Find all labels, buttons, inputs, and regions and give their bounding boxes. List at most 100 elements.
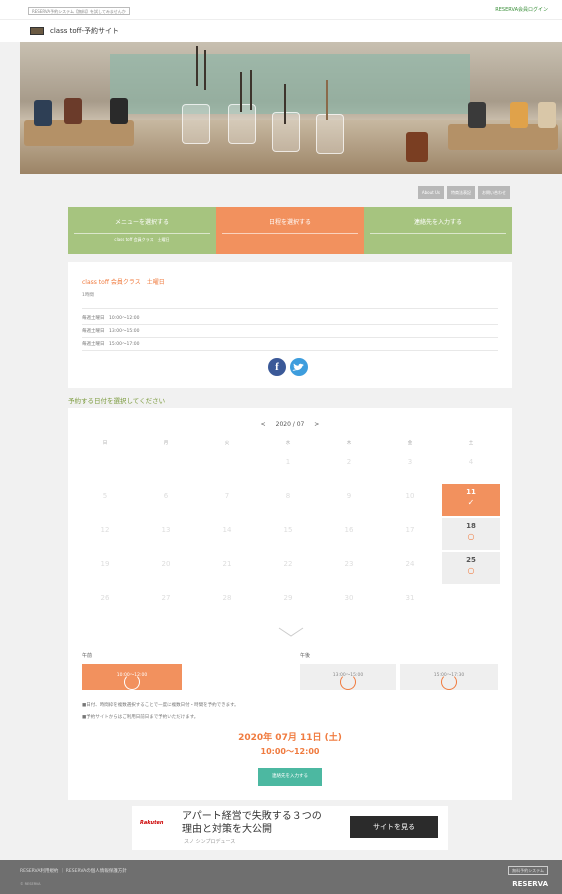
hero-tool [196,46,198,86]
chevron-down-icon[interactable] [278,626,304,638]
morning-label: 午前 [82,653,93,659]
hero-tool [240,72,242,112]
day-number: 22 [283,560,293,568]
available-circle-icon: ○ [467,532,475,541]
site-header: class toff-予約サイト [0,20,562,42]
available-circle-icon: ○ [467,566,475,575]
reserva-logo[interactable]: RESERVA [512,880,548,888]
current-month: 2020 / 07 [275,421,305,428]
day-number: 8 [285,492,291,500]
time-slot-10-12[interactable]: 10:00〜12:00 [82,664,182,690]
hero-tool [250,70,252,110]
calendar-day: 31 [381,586,439,618]
hero-spool [468,102,486,128]
hero-jar [182,104,210,144]
menu-duration: 1時間 [82,293,94,298]
calendar-day: 2 [320,450,378,482]
day-number: 5 [102,492,108,500]
footer-links[interactable]: RESERVA利用規約 ｜ RESERVAの個人情報保護方針 [20,868,127,874]
calendar-day: 22 [259,552,317,584]
calendar-day: 19 [76,552,134,584]
day-number: 27 [161,594,171,602]
time-slot-13-15[interactable]: 13:00〜15:00 [300,664,396,690]
day-number: 28 [222,594,232,602]
calendar-day: 17 [381,518,439,550]
legal-notice-link[interactable]: 特商法表記 [447,186,475,199]
free-trial-notice-link[interactable]: RESERVA予約システム【無料】を試してみませんか [28,7,130,15]
facebook-icon[interactable]: f [268,358,286,376]
booking-note: ■予約サイトからはご利用日前日まで予約いただけます。 [82,715,199,720]
hero-jar [228,104,256,144]
ad-sponsor: スノ シンプロデュース [184,839,236,845]
ad-visit-site-button[interactable]: サイトを見る [350,816,438,838]
free-booking-system-link[interactable]: 無料予約システム [508,866,548,875]
enter-contact-button[interactable]: 連絡先を入力する [258,768,322,786]
day-number: 21 [222,560,232,568]
hero-window [110,54,470,114]
site-logo[interactable] [30,27,44,35]
hero-spool [64,98,82,124]
day-number: 13 [161,526,171,534]
day-number: 12 [100,526,110,534]
available-circle-icon [340,674,356,690]
hero-jar [272,112,300,152]
step-selected-date [222,233,358,237]
calendar-day: 27 [137,586,195,618]
divider [82,350,498,351]
day-number: 26 [100,594,110,602]
calendar-day-available[interactable]: 11 ✓ [442,484,500,516]
day-number: 18 [466,522,476,530]
hero-spool [510,102,528,128]
divider [82,324,498,325]
calendar-day [137,450,195,482]
calendar-day: 26 [76,586,134,618]
ad-logo: Rakuten [140,820,164,826]
afternoon-label: 午後 [300,653,311,659]
calendar-day: 24 [381,552,439,584]
selected-time: 10:00〜12:00 [260,747,320,756]
schedule-item: 毎週土曜日 13:00〜15:00 [82,329,140,334]
step-select-date: 日程を選択する [216,207,364,254]
time-slot-15-17[interactable]: 15:00〜17:30 [400,664,498,690]
calendar-day: 15 [259,518,317,550]
advertisement-banner[interactable]: Rakuten アパート経営で失敗する３つの 理由と対策を大公開 スノ シンプロ… [132,806,448,850]
info-links: About Us 特商法表記 お問い合わせ [417,186,510,199]
calendar-day: 30 [320,586,378,618]
step-select-menu[interactable]: メニューを選択する class toff 会員クラス 土曜日 [68,207,216,254]
footer: RESERVA利用規約 ｜ RESERVAの個人情報保護方針 © RESERVA… [0,860,562,894]
member-login-link[interactable]: RESERVA会員ログイン [495,6,548,13]
calendar-card: < 2020 / 07 > 日月火水木金土 1 2 3 4 5 6 7 8 9 10 11 ✓ 12 13… [68,408,512,800]
step-title: メニューを選択する [114,219,169,226]
calendar-day: 5 [76,484,134,516]
day-number: 4 [468,458,474,466]
booking-note: ■日付、時間枠を複数選択することで一度に複数日付・時間を予約できます。 [82,703,239,708]
calendar-day: 3 [381,450,439,482]
calendar-day [76,450,134,482]
day-number: 25 [466,556,476,564]
prev-month-button[interactable]: < [261,421,266,428]
calendar-day: 9 [320,484,378,516]
month-navigation: < 2020 / 07 > [68,421,512,428]
schedule-item: 毎週土曜日 15:00〜17:00 [82,342,140,347]
about-us-link[interactable]: About Us [417,186,444,199]
step-title: 日程を選択する [268,219,311,226]
day-number: 9 [346,492,352,500]
weekday-label: 月 [163,441,169,446]
calendar-day: 20 [137,552,195,584]
share-buttons: f [264,358,314,378]
contact-link[interactable]: お問い合わせ [478,186,510,199]
calendar-day: 28 [198,586,256,618]
twitter-icon[interactable] [290,358,308,376]
calendar-day: 4 [442,450,500,482]
hero-tool [204,50,206,90]
calendar-day: 6 [137,484,195,516]
calendar-day-available[interactable]: 25 ○ [442,552,500,584]
day-number: 6 [163,492,169,500]
next-month-button[interactable]: > [314,421,319,428]
day-number: 17 [405,526,415,534]
weekday-label: 金 [407,441,413,446]
calendar-day-available[interactable]: 18 ○ [442,518,500,550]
day-number: 16 [344,526,354,534]
site-title[interactable]: class toff-予約サイト [50,26,119,36]
weekday-label: 日 [102,441,108,446]
